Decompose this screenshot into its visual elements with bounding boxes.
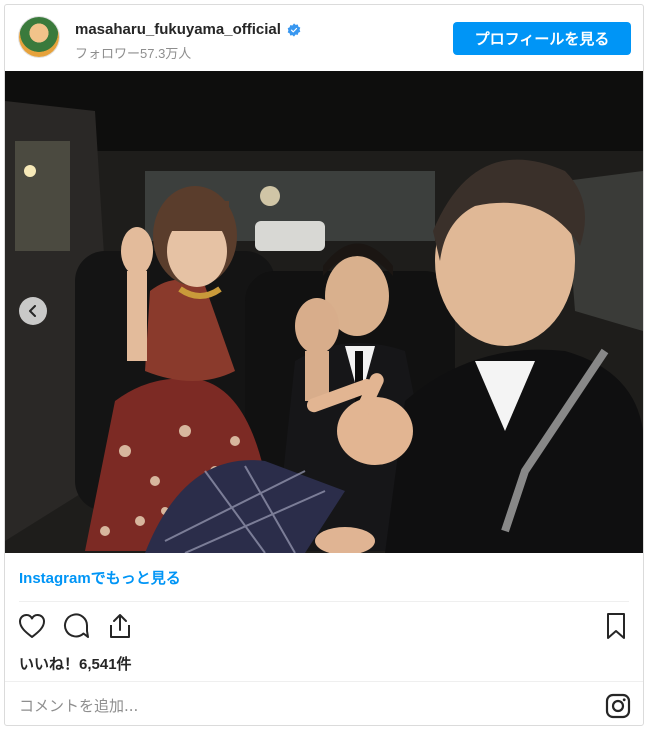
view-profile-button[interactable]: プロフィールを見る (453, 22, 631, 55)
chevron-left-icon (29, 305, 36, 317)
photo-image (5, 71, 643, 553)
post-photo[interactable] (5, 71, 643, 553)
share-icon[interactable] (105, 611, 135, 641)
comment-icon[interactable] (61, 611, 91, 641)
divider (5, 681, 643, 682)
verified-badge-icon (287, 22, 301, 37)
divider (19, 601, 629, 602)
instagram-embed-card: masaharu_fukuyama_official フォロワー57.3万人 プ… (4, 4, 644, 726)
action-bar (17, 611, 135, 641)
view-more-on-instagram-link[interactable]: Instagramでもっと見る (19, 567, 181, 588)
bookmark-icon[interactable] (601, 611, 631, 641)
like-count[interactable]: いいね！6,541件 (19, 653, 132, 674)
carousel-prev-button[interactable] (19, 297, 47, 325)
comment-input[interactable] (19, 691, 579, 721)
avatar[interactable] (19, 17, 59, 57)
heart-icon[interactable] (17, 611, 47, 641)
follower-count: フォロワー57.3万人 (75, 46, 192, 61)
instagram-icon[interactable] (605, 693, 631, 719)
post-header: masaharu_fukuyama_official フォロワー57.3万人 プ… (5, 5, 643, 71)
username-row: masaharu_fukuyama_official (75, 21, 301, 38)
username[interactable]: masaharu_fukuyama_official (75, 21, 281, 38)
